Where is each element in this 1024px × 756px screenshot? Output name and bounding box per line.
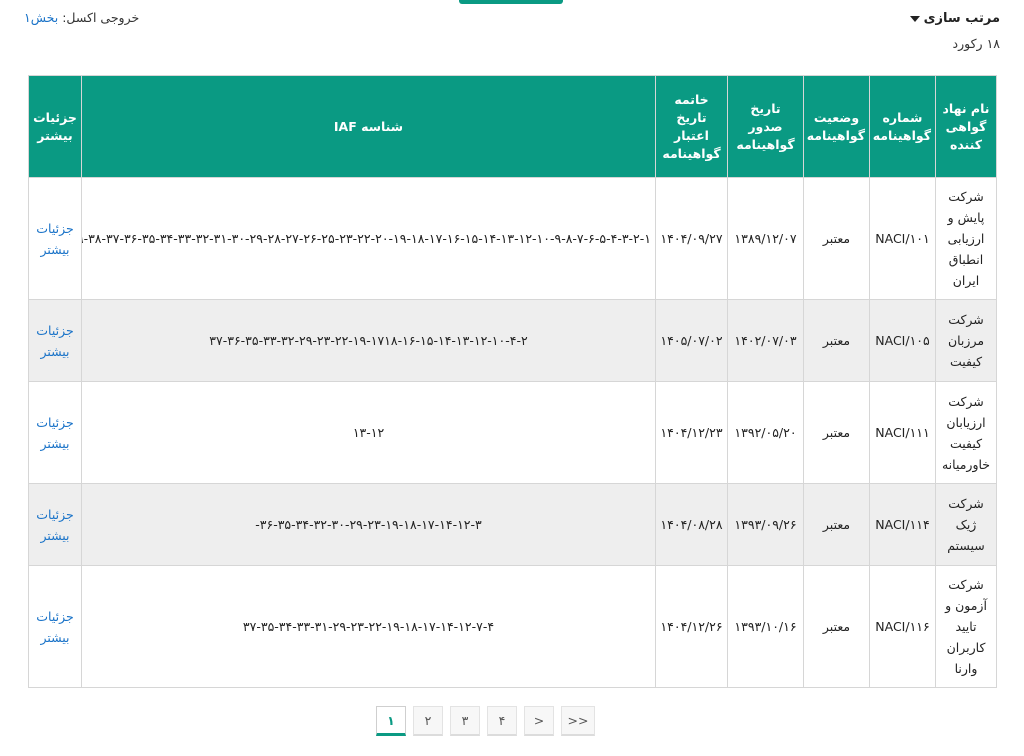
table-row: شرکت آزمون و تایید کاربران وارنا NACI/۱۱… (28, 565, 997, 688)
caret-down-icon (909, 15, 920, 22)
details-link[interactable]: جزئیات بیشتر (36, 415, 73, 451)
details-link[interactable]: جزئیات بیشتر (36, 323, 73, 359)
cell-status: معتبر (803, 483, 870, 566)
cell-iaf: ۳۷-۳۵-۳۴-۳۳-۳۱-۲۹-۲۳-۲۲-۱۹-۱۸-۱۷-۱۴-۱۲-۷… (81, 565, 656, 688)
excel-export: خروجی اکسل: بخش۱ (24, 10, 139, 25)
header-issue-date[interactable]: تاریخ صدور گواهینامه (727, 75, 804, 178)
table-row: شرکت ارزیابان کیفیت خاورمیانه NACI/۱۱۱ م… (28, 381, 997, 484)
cell-iaf: ۱۳-۱۲ (81, 381, 656, 484)
cell-details: جزئیات بیشتر (28, 565, 82, 688)
top-tab-indicator[interactable] (459, 0, 563, 4)
page-button-4[interactable]: ۴ (487, 706, 517, 736)
page-button-2[interactable]: ۲ (413, 706, 443, 736)
cell-cert-number: NACI/۱۰۵ (869, 299, 936, 382)
cell-issue-date: ۱۳۸۹/۱۲/۰۷ (727, 177, 804, 300)
cell-cert-number: NACI/۱۱۶ (869, 565, 936, 688)
pagination: ۱ ۲ ۳ ۴ > >> (376, 706, 595, 736)
sort-label: مرتب سازی (923, 11, 1000, 26)
header-details[interactable]: جزئیات بیشتر (28, 75, 82, 178)
header-status[interactable]: وضعیت گواهینامه (803, 75, 870, 178)
cell-issuer: شرکت پایش و ارزیابی انطباق ایران (935, 177, 997, 300)
cell-iaf: ۳۹-۳۸-۳۷-۳۶-۳۵-۳۴-۳۳-۳۲-۳۱-۳۰-۲۹-۲۸-۲۷-۲… (81, 177, 656, 300)
cell-details: جزئیات بیشتر (28, 483, 82, 566)
header-cert-number[interactable]: شماره گواهینامه (869, 75, 936, 178)
cell-details: جزئیات بیشتر (28, 177, 82, 300)
cell-expiry-date: ۱۴۰۴/۰۹/۲۷ (655, 177, 728, 300)
cell-status: معتبر (803, 299, 870, 382)
cell-issue-date: ۱۳۹۲/۰۵/۲۰ (727, 381, 804, 484)
page-button-3[interactable]: ۳ (450, 706, 480, 736)
excel-export-label: خروجی اکسل: (62, 10, 140, 25)
cell-issue-date: ۱۳۹۳/۰۹/۲۶ (727, 483, 804, 566)
cell-status: معتبر (803, 565, 870, 688)
cell-status: معتبر (803, 177, 870, 300)
details-link[interactable]: جزئیات بیشتر (36, 221, 73, 257)
sort-dropdown[interactable]: مرتب سازی (909, 11, 1000, 26)
table-row: شرکت مرزبان کیفیت NACI/۱۰۵ معتبر ۱۴۰۲/۰۷… (28, 299, 997, 382)
cell-expiry-date: ۱۴۰۴/۱۲/۲۳ (655, 381, 728, 484)
cell-details: جزئیات بیشتر (28, 381, 82, 484)
cell-iaf: ۳۶-۳۵-۳۴-۳۲-۳۰-۲۹-۲۳-۱۹-۱۸-۱۷-۱۴-۱۲-۳- (81, 483, 656, 566)
cell-issue-date: ۱۳۹۳/۱۰/۱۶ (727, 565, 804, 688)
cell-issuer: شرکت مرزبان کیفیت (935, 299, 997, 382)
cell-iaf: ۳۷-۳۶-۳۵-۳۳-۳۲-۲۹-۲۳-۲۲-۱۹-۱۷۱۸-۱۶-۱۵-۱۴… (81, 299, 656, 382)
next-page-button[interactable]: > (524, 706, 554, 736)
certificates-table: نام نهاد گواهی کننده شماره گواهینامه وضع… (28, 75, 997, 688)
excel-export-link[interactable]: بخش۱ (24, 10, 58, 25)
cell-expiry-date: ۱۴۰۴/۰۸/۲۸ (655, 483, 728, 566)
cell-cert-number: NACI/۱۱۴ (869, 483, 936, 566)
table-header-row: نام نهاد گواهی کننده شماره گواهینامه وضع… (28, 75, 997, 178)
record-count: ۱۸ رکورد (952, 36, 1000, 51)
cell-expiry-date: ۱۴۰۵/۰۷/۰۲ (655, 299, 728, 382)
table-row: شرکت ژیک سیستم NACI/۱۱۴ معتبر ۱۳۹۳/۰۹/۲۶… (28, 483, 997, 566)
header-issuer[interactable]: نام نهاد گواهی کننده (935, 75, 997, 178)
cell-issuer: شرکت آزمون و تایید کاربران وارنا (935, 565, 997, 688)
cell-details: جزئیات بیشتر (28, 299, 82, 382)
cell-expiry-date: ۱۴۰۴/۱۲/۲۶ (655, 565, 728, 688)
page-button-1[interactable]: ۱ (376, 706, 406, 736)
cell-issuer: شرکت ژیک سیستم (935, 483, 997, 566)
details-link[interactable]: جزئیات بیشتر (36, 507, 73, 543)
cell-cert-number: NACI/۱۱۱ (869, 381, 936, 484)
page: مرتب سازی ۱۸ رکورد خروجی اکسل: بخش۱ نام … (0, 0, 1024, 756)
header-iaf[interactable]: شناسه IAF (81, 75, 656, 178)
last-page-button[interactable]: >> (561, 706, 595, 736)
table-row: شرکت پایش و ارزیابی انطباق ایران NACI/۱۰… (28, 177, 997, 300)
details-link[interactable]: جزئیات بیشتر (36, 609, 73, 645)
header-expiry-date[interactable]: خاتمه تاریخ اعتبار گواهینامه (655, 75, 728, 178)
cell-issuer: شرکت ارزیابان کیفیت خاورمیانه (935, 381, 997, 484)
cell-cert-number: NACI/۱۰۱ (869, 177, 936, 300)
cell-status: معتبر (803, 381, 870, 484)
cell-issue-date: ۱۴۰۲/۰۷/۰۳ (727, 299, 804, 382)
